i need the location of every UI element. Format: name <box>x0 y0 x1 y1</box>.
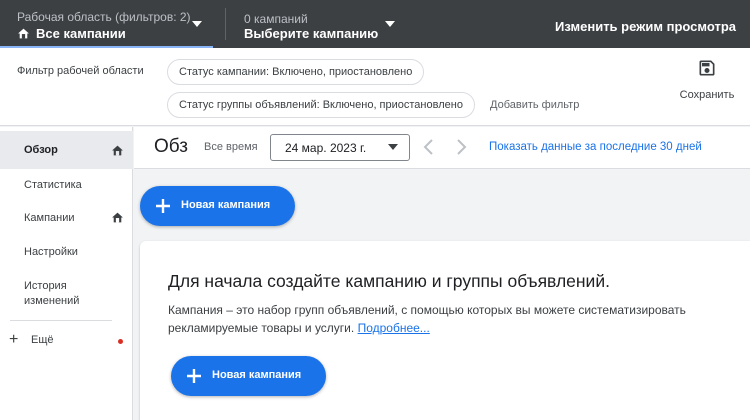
new-campaign-label: Новая кампания <box>212 369 302 381</box>
workspace-selector[interactable]: Рабочая область (фильтров: 2) Все кампан… <box>0 0 213 48</box>
chevron-down-icon <box>388 144 398 150</box>
sidebar-divider <box>10 320 112 321</box>
workspace-main-label: Все кампании <box>36 26 126 41</box>
notification-dot <box>118 339 123 344</box>
sidebar-item-label: Кампании <box>24 212 75 224</box>
chevron-down-icon <box>192 21 202 27</box>
chevron-left-icon[interactable] <box>422 138 436 156</box>
plus-icon <box>156 199 170 213</box>
plus-icon: + <box>9 331 19 348</box>
filter-chip-adgroup-status[interactable]: Статус группы объявлений: Включено, прио… <box>167 92 475 118</box>
show-last-30-days-link[interactable]: Показать данные за последние 30 дней <box>489 141 702 153</box>
sidebar-item-change-history[interactable]: История изменений <box>0 273 133 315</box>
workspace-name: Все кампании <box>17 26 126 41</box>
sidebar-item-label: Статистика <box>24 179 82 191</box>
sidebar-item-settings[interactable]: Настройки <box>0 237 133 271</box>
campaign-selector[interactable]: 0 кампаний Выберите кампанию <box>236 0 401 48</box>
save-button[interactable]: Сохранить <box>672 56 742 104</box>
sidebar-more-label: Ещё <box>31 334 54 346</box>
campaign-count: 0 кампаний <box>244 12 308 26</box>
card-title: Для начала создайте кампанию и группы об… <box>168 271 610 291</box>
date-header: Обз Все время 24 мар. 2023 г. Показать д… <box>134 127 750 169</box>
sidebar-item-overview[interactable]: Обзор <box>0 131 133 169</box>
sidebar: Обзор Статистика Кампании Настройки Исто… <box>0 127 133 420</box>
workspace-filter-label: Фильтр рабочей области <box>17 65 144 77</box>
date-range-dropdown[interactable]: 24 мар. 2023 г. <box>270 134 410 161</box>
chevron-down-icon <box>385 21 395 27</box>
learn-more-link[interactable]: Подробнее... <box>358 321 430 335</box>
sidebar-item-label: История изменений <box>24 280 80 307</box>
new-campaign-label: Новая кампания <box>181 199 271 211</box>
filter-chip-campaign-status[interactable]: Статус кампании: Включено, приостановлен… <box>167 59 425 85</box>
home-icon <box>112 145 123 156</box>
new-campaign-button[interactable]: Новая кампания <box>140 186 295 226</box>
sidebar-item-more[interactable]: + Ещё <box>0 332 133 352</box>
time-range-label: Все время <box>204 141 258 153</box>
date-range-value: 24 мар. 2023 г. <box>285 141 367 155</box>
change-view-mode-button[interactable]: Изменить режим просмотра <box>555 19 736 34</box>
home-icon <box>112 212 123 223</box>
topbar-divider <box>225 8 226 40</box>
sidebar-item-label: Обзор <box>24 144 58 156</box>
sidebar-item-campaigns[interactable]: Кампании <box>0 203 133 237</box>
top-bar: Рабочая область (фильтров: 2) Все кампан… <box>0 0 750 48</box>
plus-icon <box>187 369 201 383</box>
home-icon <box>18 28 29 39</box>
save-label: Сохранить <box>679 89 735 101</box>
save-icon <box>699 60 715 76</box>
card-description: Кампания – это набор групп объявлений, с… <box>168 301 738 337</box>
page-title: Обз <box>154 136 188 157</box>
sidebar-item-statistics[interactable]: Статистика <box>0 169 133 203</box>
campaign-select-label: Выберите кампанию <box>244 26 379 41</box>
chevron-right-icon[interactable] <box>454 138 468 156</box>
sidebar-item-label: Настройки <box>24 246 78 258</box>
workspace-filter-count: Рабочая область (фильтров: 2) <box>17 10 191 24</box>
workspace-filter-bar: Фильтр рабочей области Статус кампании: … <box>0 48 750 126</box>
add-filter-button[interactable]: Добавить фильтр <box>490 99 579 111</box>
card-new-campaign-button[interactable]: Новая кампания <box>171 356 326 396</box>
